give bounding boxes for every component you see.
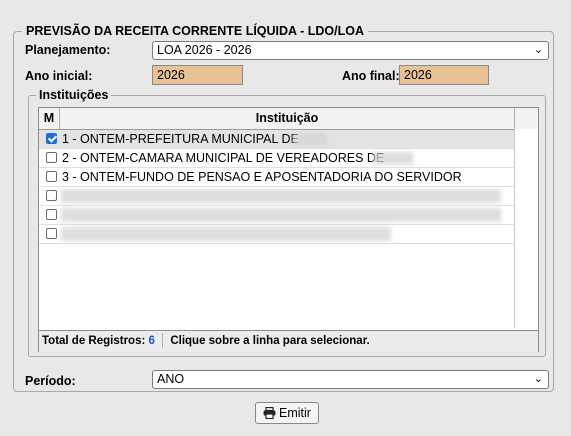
column-header-m[interactable]: M [39,108,60,129]
row-text: 1 - ONTEM-PREFEITURA MUNICIPAL DE [62,132,299,146]
row-checkbox[interactable] [46,171,57,182]
table-row[interactable] [39,225,515,244]
periodo-select[interactable]: ANO ⌄ [152,370,549,389]
total-registros-label: Total de Registros: [42,335,146,347]
row-text: 3 - ONTEM-FUNDO DE PENSAO E APOSENTADORI… [62,170,462,184]
ano-inicial-input[interactable]: 2026 [152,65,243,85]
instituicoes-legend: Instituições [36,88,112,102]
table-row[interactable]: 2 - ONTEM-CAMARA MUNICIPAL DE VEREADORES… [39,149,515,168]
row-checkbox[interactable] [46,190,57,201]
planejamento-value: LOA 2026 - 2026 [157,43,252,57]
redacted-block [61,189,501,203]
redacted-block [61,208,501,222]
table-row[interactable] [39,206,515,225]
form-title: PREVISÃO DA RECEITA CORRENTE LÍQUIDA - L… [22,24,368,38]
planejamento-select[interactable]: LOA 2026 - 2026 ⌄ [152,41,549,60]
row-checkbox[interactable] [46,228,57,239]
total-registros-count: 6 [148,335,155,347]
redacted-block [293,133,327,146]
instituicoes-grid: M Instituição 1 - ONTEM-PREFEITURA MUNIC… [38,107,539,352]
table-row[interactable]: 3 - ONTEM-FUNDO DE PENSAO E APOSENTADORI… [39,168,515,187]
emitir-button[interactable]: Emitir [255,402,319,424]
printer-icon [263,405,276,425]
table-row[interactable]: 1 - ONTEM-PREFEITURA MUNICIPAL DE [39,130,515,149]
grid-scrollbar[interactable] [514,129,538,328]
planejamento-label: Planejamento: [25,43,111,57]
chevron-down-icon: ⌄ [533,373,543,385]
row-checkbox[interactable] [46,209,57,220]
grid-header: M Instituição [39,108,538,130]
footer-divider [162,333,164,349]
redacted-block [61,227,391,241]
column-header-instituicao[interactable]: Instituição [60,108,515,129]
ano-final-label: Ano final: [342,69,400,83]
table-row[interactable] [39,187,515,206]
ano-inicial-label: Ano inicial: [25,69,93,83]
ano-final-input[interactable]: 2026 [399,65,489,85]
row-checkbox[interactable] [46,152,57,163]
row-checkbox[interactable] [46,133,57,144]
emitir-label: Emitir [279,406,311,420]
grid-footer: Total de Registros: 6 Clique sobre a lin… [39,330,538,352]
row-text: 2 - ONTEM-CAMARA MUNICIPAL DE VEREADORES… [62,151,385,165]
periodo-label: Período: [25,374,76,388]
chevron-down-icon: ⌄ [533,44,543,56]
redacted-block [373,152,413,165]
periodo-value: ANO [157,372,185,386]
footer-hint: Clique sobre a linha para selecionar. [170,335,370,347]
